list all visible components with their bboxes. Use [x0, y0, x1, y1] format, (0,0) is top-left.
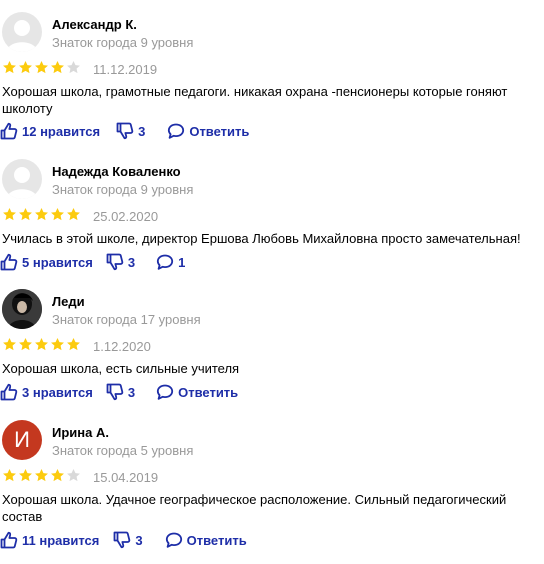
dislike-button[interactable]: 3 [106, 253, 135, 271]
author-level: Знаток города 9 уровня [52, 182, 194, 197]
like-count: 5 нравится [22, 254, 93, 270]
thumbs-down-icon [106, 383, 124, 401]
author-level: Знаток города 5 уровня [52, 443, 194, 458]
reply-button[interactable]: Ответить [167, 122, 249, 140]
star-filled-icon [19, 60, 32, 74]
dislike-count: 3 [127, 254, 136, 270]
star-filled-icon [35, 60, 48, 74]
review-actions: 12 нравится 3 Ответить [0, 121, 249, 141]
dislike-count: 3 [127, 384, 136, 400]
avatar[interactable] [2, 289, 42, 329]
dislike-button[interactable]: 3 [113, 531, 143, 549]
author-name[interactable]: Надежда Коваленко [52, 164, 181, 179]
rating-stars [2, 468, 81, 483]
dislike-count: 3 [138, 123, 146, 139]
star-filled-icon [35, 337, 48, 351]
reviews-list: Александр К. Знаток города 9 уровня 11.1… [0, 0, 544, 564]
avatar[interactable] [2, 159, 42, 199]
reply-label: Ответить [189, 123, 250, 139]
dislike-count: 3 [135, 532, 143, 548]
star-filled-icon [67, 207, 80, 221]
dislike-button[interactable]: 3 [106, 383, 135, 401]
star-filled-icon [19, 207, 32, 221]
star-filled-icon [3, 337, 16, 351]
avatar-letter: И [14, 427, 30, 452]
like-count: 12 нравится [22, 123, 101, 139]
star-filled-icon [3, 468, 16, 482]
review-date: 11.12.2019 [93, 62, 158, 77]
thumbs-down-icon [116, 122, 134, 140]
thumbs-up-icon [0, 253, 18, 271]
dislike-button[interactable]: 3 [116, 122, 145, 140]
star-empty-icon [67, 60, 80, 74]
like-button[interactable]: 11 нравится [0, 531, 99, 549]
star-filled-icon [19, 468, 32, 482]
thumbs-up-icon [0, 531, 18, 549]
comments-button[interactable]: 1 [156, 253, 185, 271]
star-filled-icon [51, 337, 64, 351]
author-level: Знаток города 9 уровня [52, 35, 194, 50]
rating-stars [2, 60, 81, 75]
reply-button[interactable]: Ответить [165, 531, 247, 549]
reply-label: Ответить [186, 532, 247, 548]
thumbs-up-icon [0, 383, 18, 401]
avatar[interactable]: И [2, 420, 42, 460]
like-button[interactable]: 12 нравится [0, 122, 100, 140]
review-date: 25.02.2020 [93, 209, 159, 224]
star-filled-icon [67, 337, 80, 351]
thumbs-up-icon [0, 122, 18, 140]
star-filled-icon [51, 60, 64, 74]
author-name[interactable]: Леди [52, 294, 85, 309]
star-filled-icon [19, 337, 32, 351]
star-filled-icon [3, 207, 16, 221]
review-text: Училась в этой школе, директор Ершова Лю… [2, 231, 521, 246]
comment-count: 1 [178, 254, 186, 270]
review-date: 1.12.2020 [93, 339, 151, 354]
thumbs-down-icon [113, 531, 131, 549]
comment-icon [156, 384, 174, 400]
review-text: Хорошая школа, грамотные педагоги. никак… [2, 84, 508, 116]
author-name[interactable]: Александр К. [52, 17, 137, 32]
review-text: Хорошая школа. Удачное географическое ра… [2, 492, 507, 524]
avatar[interactable] [2, 12, 42, 52]
rating-stars [2, 337, 81, 352]
review-date: 15.04.2019 [93, 470, 159, 485]
star-filled-icon [3, 60, 16, 74]
comment-icon [156, 254, 174, 270]
star-filled-icon [51, 468, 64, 482]
thumbs-down-icon [106, 253, 124, 271]
like-button[interactable]: 5 нравится [0, 253, 93, 271]
like-button[interactable]: 3 нравится [0, 383, 93, 401]
comment-icon [165, 532, 182, 548]
star-filled-icon [51, 207, 64, 221]
reply-label: Ответить [178, 384, 239, 400]
review-actions: 3 нравится 3 Ответить [0, 382, 238, 402]
author-level: Знаток города 17 уровня [52, 312, 201, 327]
review-text: Хорошая школа, есть сильные учителя [2, 361, 240, 376]
like-count: 3 нравится [22, 384, 93, 400]
rating-stars [2, 207, 81, 222]
star-empty-icon [67, 468, 80, 482]
like-count: 11 нравится [22, 532, 100, 548]
reply-button[interactable]: Ответить [156, 383, 238, 401]
author-name[interactable]: Ирина А. [52, 425, 109, 440]
star-filled-icon [35, 468, 48, 482]
review-actions: 11 нравится 3 Ответить [0, 530, 247, 550]
star-filled-icon [35, 207, 48, 221]
review-actions: 5 нравится 3 1 [0, 252, 185, 272]
comment-icon [168, 123, 185, 139]
